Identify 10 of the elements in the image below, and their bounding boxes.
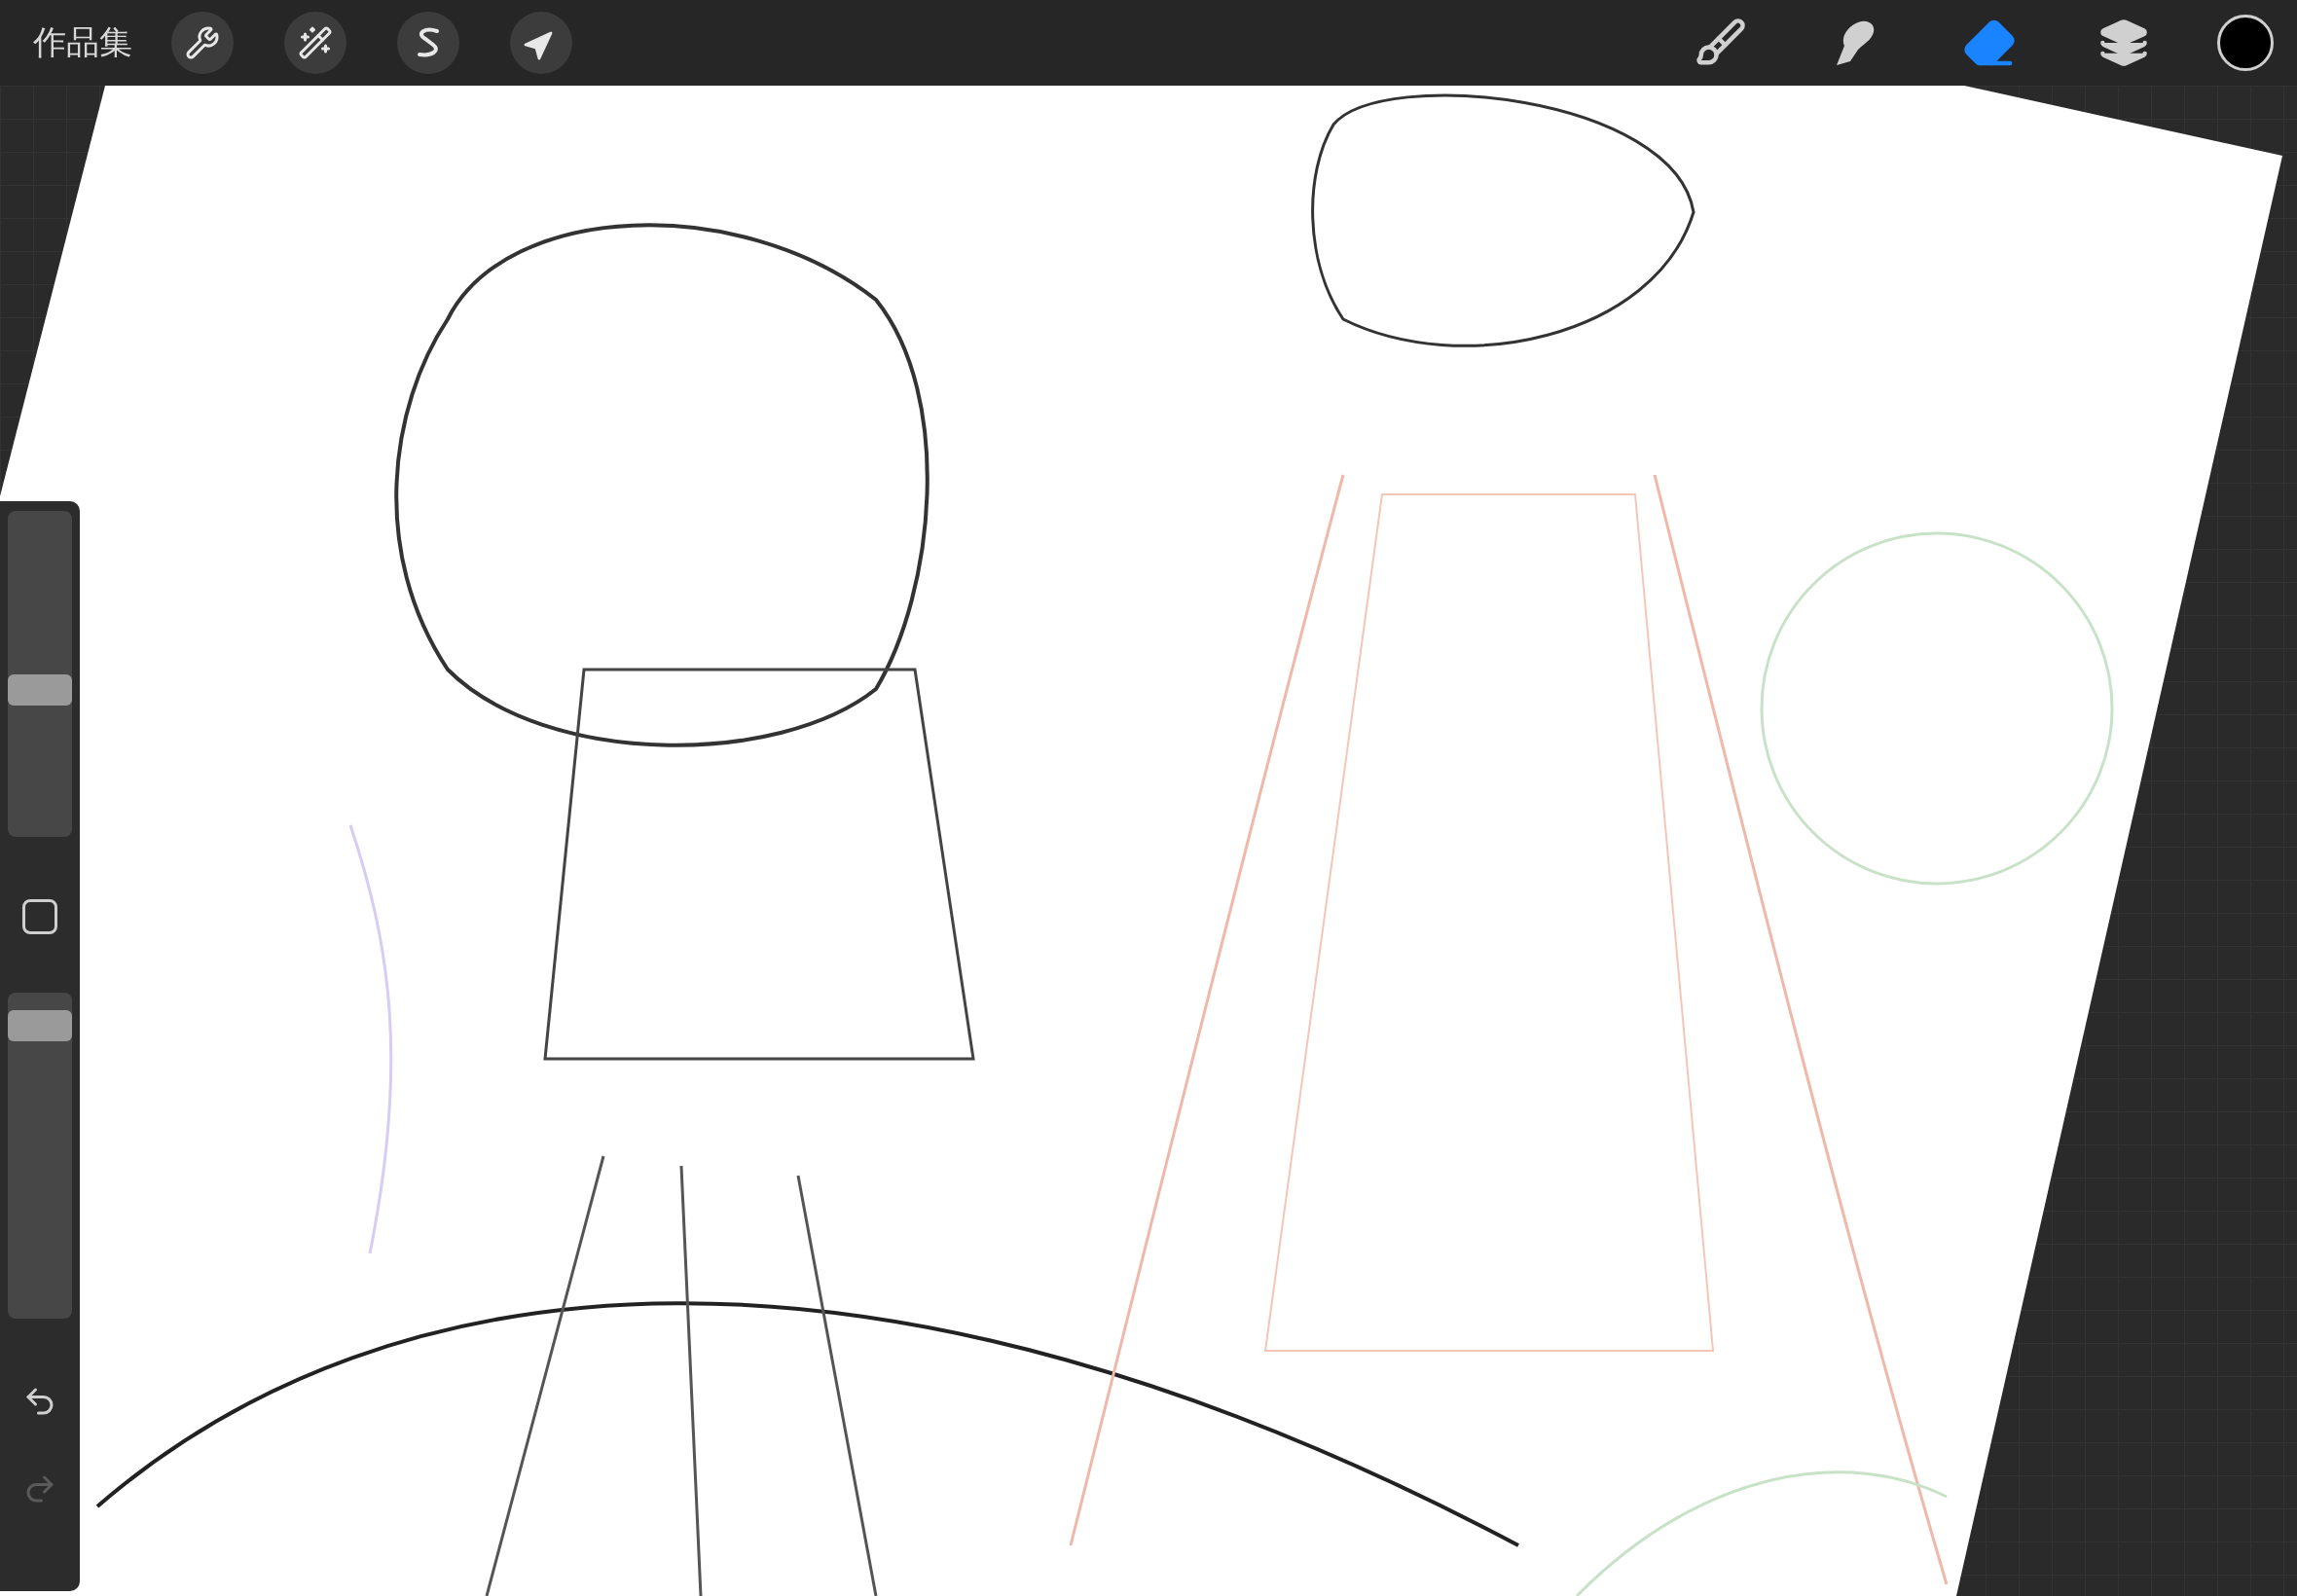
brush-size-slider[interactable] [8, 511, 72, 837]
magic-wand-icon [298, 25, 333, 60]
modify-button[interactable] [22, 899, 57, 934]
opacity-slider[interactable] [8, 993, 72, 1319]
wrench-icon [185, 25, 220, 60]
gallery-link[interactable]: 作品集 [33, 20, 132, 65]
color-swatch[interactable] [2217, 15, 2274, 71]
slider-thumb[interactable] [8, 1009, 72, 1041]
slider-thumb[interactable] [8, 674, 72, 707]
layers-icon [2098, 18, 2149, 68]
